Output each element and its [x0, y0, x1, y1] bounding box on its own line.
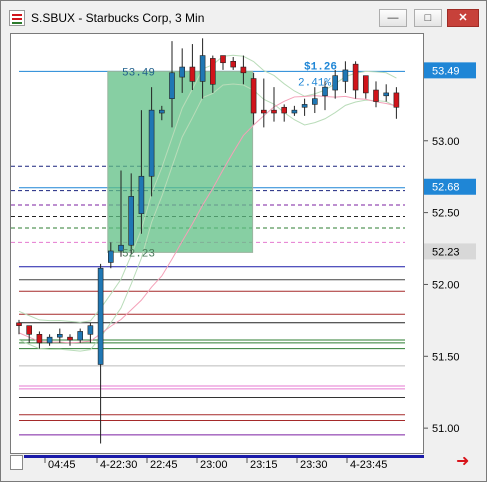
- candle-body: [383, 92, 390, 97]
- candle-body: [220, 55, 226, 64]
- price-label-text: 53.49: [432, 65, 460, 77]
- candle-body: [281, 106, 288, 114]
- time-tick-label: 23:30: [300, 459, 328, 471]
- close-button[interactable]: ✕: [447, 9, 479, 27]
- time-tick-label: 4-23:45: [350, 459, 387, 471]
- time-tick-label: 23:00: [200, 459, 228, 471]
- candle-body: [362, 75, 369, 94]
- candlestick-chart: 53.49 52.23 $1.26 2.41%: [11, 38, 405, 444]
- candle-body: [148, 109, 155, 177]
- candle-body: [16, 322, 22, 326]
- chart-plot-area[interactable]: 53.49 52.23 $1.26 2.41%: [10, 33, 424, 454]
- candle-body: [87, 325, 94, 335]
- candle-body: [169, 72, 175, 99]
- minimize-button[interactable]: —: [379, 9, 407, 27]
- price-tick-label: 52.50: [432, 208, 460, 220]
- title-bar[interactable]: S.SBUX - Starbucks Corp, 3 Min — □ ✕: [1, 1, 486, 31]
- candle-body: [230, 61, 236, 68]
- time-axis[interactable]: 04:45 4-22:30 22:45 23:00 23:15 23:30 4-23:45: [10, 455, 424, 473]
- candle-body: [138, 175, 145, 214]
- session-bar: [24, 455, 424, 458]
- price-tick-label: 53.00: [432, 136, 460, 148]
- price-tick-label: 51.50: [432, 351, 460, 363]
- price-axis[interactable]: 53.00 52.50 52.00 51.50 51.00 53.49 52.68 52.23: [424, 33, 477, 454]
- time-axis-svg: 04:45 4-22:30 22:45 23:00 23:15 23:30 4-23:45: [24, 455, 424, 471]
- candle-body: [301, 104, 308, 108]
- maximize-button[interactable]: □: [414, 9, 442, 27]
- candle-body: [291, 109, 298, 114]
- candle-body: [46, 336, 53, 344]
- candle-body: [352, 63, 359, 91]
- candle-body: [199, 55, 206, 82]
- annotation-label: 2.41%: [298, 77, 331, 89]
- chart-corner-box[interactable]: [10, 455, 23, 470]
- candle-body: [250, 78, 257, 114]
- candle-body: [373, 89, 379, 102]
- candle-body: [97, 267, 104, 365]
- candle-body: [271, 109, 277, 114]
- annotation-label: 52.23: [122, 248, 155, 260]
- candle-body: [26, 325, 32, 335]
- candle-body: [332, 75, 339, 91]
- price-axis-svg: 53.00 52.50 52.00 51.50 51.00 53.49 52.68 52.23: [424, 62, 476, 435]
- candle-body: [342, 69, 349, 82]
- app-icon: [9, 10, 25, 26]
- candle-body: [77, 331, 83, 341]
- candle-body: [189, 66, 196, 82]
- candle-body: [240, 66, 247, 74]
- price-tick-label: 51.00: [432, 423, 460, 435]
- annotation-label: $1.26: [304, 62, 337, 74]
- candle-body: [311, 98, 318, 105]
- candle-body: [210, 58, 216, 85]
- price-label-text: 52.23: [432, 246, 460, 258]
- candle-body: [36, 334, 43, 344]
- time-tick-label: 22:45: [150, 459, 178, 471]
- price-label-text: 52.68: [432, 182, 460, 194]
- time-tick-label: 23:15: [250, 459, 278, 471]
- scroll-right-arrow-icon[interactable]: ➜: [456, 454, 469, 470]
- candle-body: [67, 336, 73, 341]
- window-title: S.SBUX - Starbucks Corp, 3 Min: [31, 11, 205, 25]
- time-tick-label: 4-22:30: [100, 459, 137, 471]
- candle-body: [393, 92, 400, 108]
- time-tick-label: 04:45: [48, 459, 76, 471]
- candle-body: [128, 196, 134, 246]
- candle-body: [179, 66, 185, 78]
- candle-body: [261, 109, 267, 114]
- price-tick-label: 52.00: [432, 279, 460, 291]
- candle-body: [108, 250, 114, 263]
- annotation-label: 53.49: [122, 67, 155, 79]
- candle-body: [159, 109, 165, 114]
- candle-body: [56, 334, 63, 338]
